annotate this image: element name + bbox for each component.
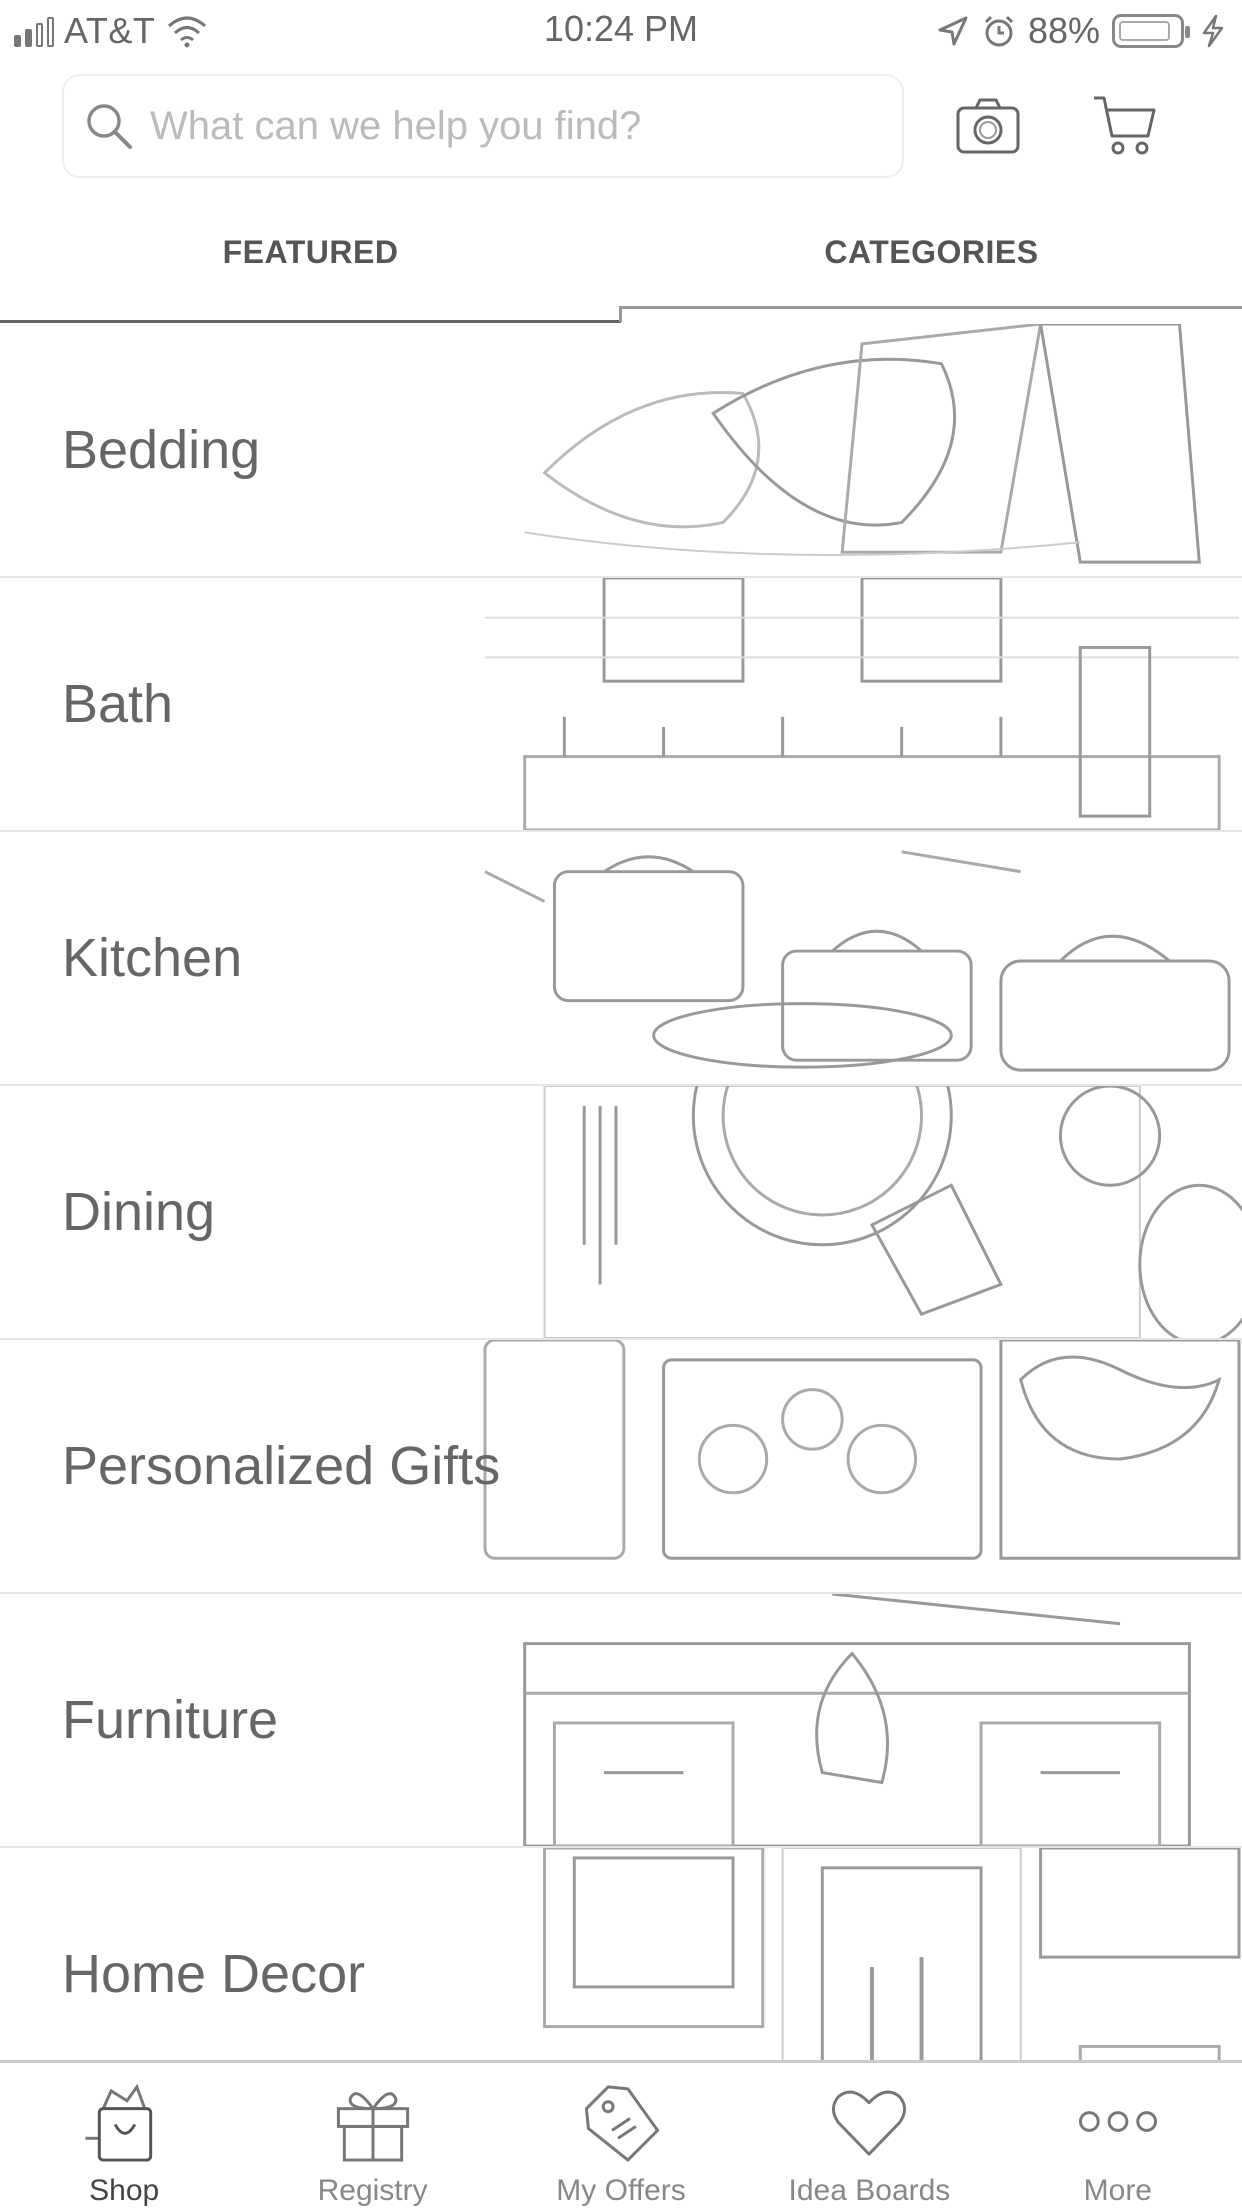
nav-label: Idea Boards — [788, 2174, 951, 2207]
category-row-bedding[interactable]: Bedding — [0, 324, 1242, 578]
tag-icon — [584, 2085, 660, 2162]
category-row-personalized-gifts[interactable]: Personalized Gifts — [0, 1340, 1242, 1594]
tab-bar: FEATURED CATEGORIES — [0, 220, 1242, 323]
category-label: Personalized Gifts — [62, 1436, 501, 1496]
location-arrow-icon — [938, 16, 968, 46]
battery-icon — [1112, 14, 1190, 48]
category-list: Bedding Bath Kitchen Dining Personalized… — [0, 324, 1242, 2102]
charging-bolt-icon — [1202, 14, 1224, 48]
bottom-nav: Shop Registry My Offers Idea Boards More — [0, 2060, 1242, 2208]
tab-underline — [0, 320, 621, 323]
category-label: Bedding — [62, 420, 261, 480]
nav-idea-boards[interactable]: Idea Boards — [745, 2063, 993, 2208]
nav-label: My Offers — [556, 2174, 686, 2207]
category-row-bath[interactable]: Bath — [0, 578, 1242, 832]
bath-image — [484, 578, 1240, 830]
nav-label: Registry — [317, 2174, 428, 2207]
more-dots-icon — [1078, 2111, 1157, 2132]
nav-label: More — [1083, 2174, 1152, 2207]
bedding-image — [524, 324, 1201, 564]
cart-icon[interactable] — [1090, 90, 1162, 162]
dining-image — [543, 1086, 1242, 1338]
heart-icon — [832, 2090, 907, 2156]
nav-label: Shop — [89, 2174, 160, 2207]
category-label: Kitchen — [62, 928, 243, 988]
category-label: Furniture — [62, 1690, 279, 1750]
nav-my-offers[interactable]: My Offers — [497, 2063, 745, 2208]
personalized-gifts-image — [483, 1340, 1241, 1560]
search-icon — [87, 104, 132, 149]
category-label: Dining — [62, 1182, 216, 1242]
status-bar: AT&T 10:24 PM 88% — [0, 0, 1242, 60]
alarm-clock-icon — [984, 15, 1013, 47]
gift-icon — [336, 2092, 409, 2162]
category-row-furniture[interactable]: Furniture — [0, 1594, 1242, 1848]
tab-categories[interactable]: CATEGORIES — [621, 234, 1242, 271]
search-input[interactable] — [150, 103, 870, 149]
camera-icon[interactable] — [954, 92, 1022, 160]
category-row-kitchen[interactable]: Kitchen — [0, 832, 1242, 1086]
battery-percent: 88% — [1027, 10, 1100, 51]
furniture-image — [523, 1594, 1191, 1846]
shopping-bag-icon — [85, 2083, 153, 2162]
nav-registry[interactable]: Registry — [248, 2063, 496, 2208]
tab-selected-indicator — [621, 306, 1242, 309]
category-row-dining[interactable]: Dining — [0, 1086, 1242, 1340]
status-right: 88% — [936, 10, 1230, 52]
category-label: Home Decor — [62, 1944, 366, 2004]
category-label: Bath — [62, 674, 174, 734]
nav-shop[interactable]: Shop — [0, 2063, 248, 2208]
tab-featured[interactable]: FEATURED — [0, 234, 621, 271]
nav-more[interactable]: More — [994, 2063, 1242, 2208]
kitchen-image — [484, 850, 1231, 1072]
search-bar[interactable] — [62, 74, 904, 178]
